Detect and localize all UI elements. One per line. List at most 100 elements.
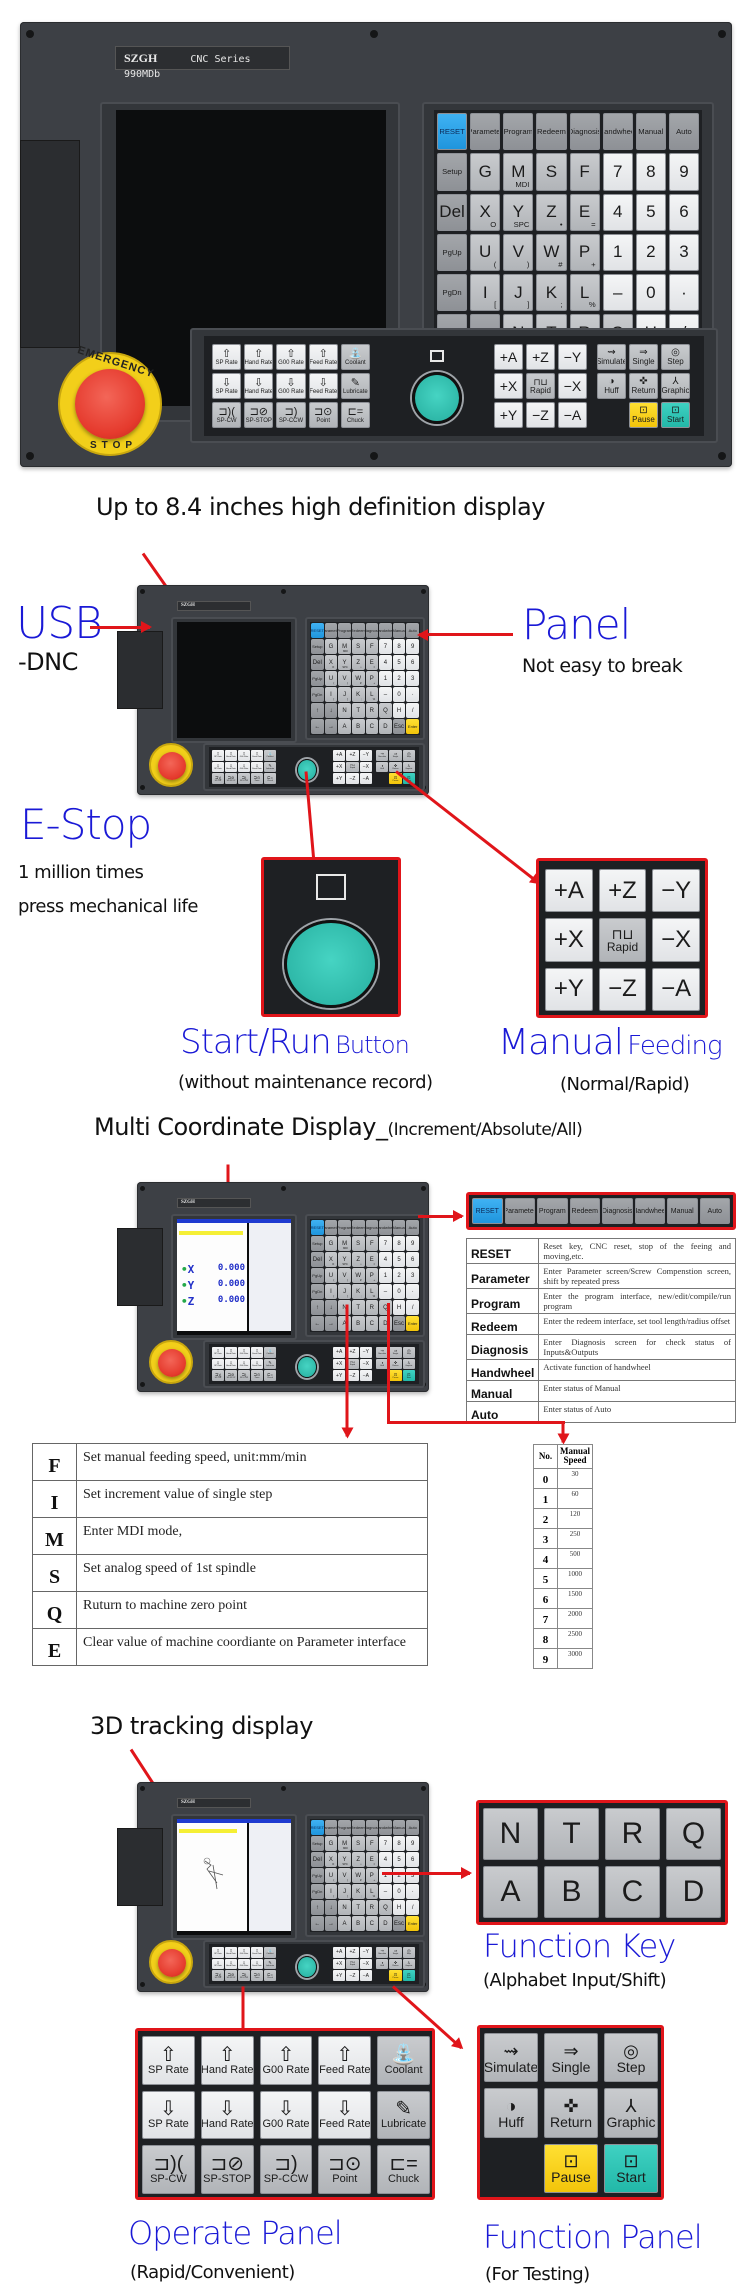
key-chuck[interactable]: ⊏= Chuck — [377, 2145, 430, 2194]
key-pause[interactable]: ⊡ Pause — [629, 402, 658, 428]
key-sp-rate[interactable]: ⇩ SP Rate — [212, 761, 224, 773]
key-r[interactable]: R — [605, 1808, 660, 1860]
key-a[interactable]: −A — [652, 967, 700, 1011]
key-b[interactable]: B — [544, 1866, 599, 1918]
key-esc[interactable]: Esc — [392, 1916, 406, 1931]
key-x[interactable]: −X — [558, 373, 587, 399]
key-step[interactable]: ◎ Step — [661, 344, 690, 370]
key-del[interactable]: Del — [311, 1852, 324, 1867]
key-point[interactable]: ⊐⊙ Point — [318, 2145, 372, 2194]
key-handwheel[interactable]: Handwheel — [379, 1220, 392, 1235]
key-setup[interactable]: Setup — [311, 1236, 324, 1251]
key-2[interactable]: 2 — [392, 1868, 406, 1883]
key-key[interactable]: ← — [311, 1316, 324, 1331]
usb-port[interactable] — [117, 1828, 163, 1906]
key-1[interactable]: 1 — [379, 671, 392, 686]
key-y[interactable]: −Y — [558, 344, 587, 370]
key-s[interactable]: S — [536, 153, 567, 191]
key-sp-cw[interactable]: ⊐)(SP-CW — [212, 1370, 224, 1381]
key-feed-rate[interactable]: ⇧ Feed Rate — [308, 344, 338, 370]
key-x[interactable]: XO — [324, 1252, 338, 1267]
key-e[interactable]: E = — [365, 1852, 379, 1867]
key-c[interactable]: C — [605, 1866, 660, 1918]
key-v[interactable]: V) — [338, 1268, 351, 1283]
key-handwheel[interactable]: Handwheel — [602, 113, 633, 151]
key-key[interactable]: ↓ — [324, 703, 338, 718]
key-enter[interactable]: Enter — [406, 719, 419, 734]
key-i[interactable]: I[ — [324, 1884, 338, 1899]
key-lubricate[interactable]: ✎ Lubricate — [377, 2090, 430, 2140]
key-sp-stop[interactable]: ⊐⊘ SP-STOP — [244, 402, 274, 428]
key-a[interactable]: −A — [359, 1970, 372, 1981]
key-w[interactable]: W # — [351, 671, 365, 686]
key-7[interactable]: 7 — [602, 153, 633, 191]
key-j[interactable]: J] — [503, 274, 534, 312]
key-a[interactable]: +A — [333, 1347, 346, 1358]
key-feed-rate[interactable]: ⇩ Feed Rate — [251, 1958, 263, 1970]
key-sp-rate[interactable]: ⇩ SP Rate — [142, 2090, 195, 2140]
key-sp-cw[interactable]: ⊐)(SP-CW — [212, 402, 242, 428]
key-u[interactable]: U( — [470, 233, 501, 272]
key-del[interactable]: Del — [311, 655, 324, 670]
key-start[interactable]: ⊡Start — [604, 2143, 658, 2193]
key-x[interactable]: XO — [324, 1852, 338, 1867]
key-0[interactable]: 0 — [392, 1884, 406, 1899]
key-r[interactable]: R — [365, 1300, 379, 1315]
key-redeem[interactable]: Redeem — [351, 623, 365, 638]
key-9[interactable]: 9 — [406, 1836, 419, 1851]
key-diagnosis[interactable]: Diagnosis — [365, 623, 379, 638]
key-pgdn[interactable]: PgDn — [311, 1884, 324, 1899]
key-z[interactable]: Z • — [351, 655, 365, 670]
key-auto[interactable]: Auto — [668, 113, 699, 151]
key-step[interactable]: ◎ Step — [402, 750, 415, 761]
key-sp-rate[interactable]: ⇧ SP Rate — [142, 2036, 195, 2085]
key-sp-ccw[interactable]: ⊐) SP-CCW — [276, 402, 306, 428]
key-y[interactable]: +Y — [333, 1970, 346, 1981]
key-program[interactable]: Program — [338, 623, 351, 638]
key-del[interactable]: Del — [437, 193, 468, 231]
key-hand-rate[interactable]: ⇩ Hand Rate — [225, 1958, 237, 1970]
key-hand-rate[interactable]: ⇧ Hand Rate — [225, 1947, 237, 1958]
key-e[interactable]: E = — [365, 1252, 379, 1267]
key-k[interactable]: K; — [351, 687, 365, 702]
key-a[interactable]: +A — [333, 750, 346, 761]
key-u[interactable]: U( — [324, 1868, 338, 1883]
key-x[interactable]: −X — [359, 761, 372, 773]
key-u[interactable]: U( — [324, 1268, 338, 1283]
key-6[interactable]: 6 — [668, 193, 699, 231]
key-key[interactable]: ↓ — [324, 1300, 338, 1315]
key-coolant[interactable]: ⛲ Coolant — [264, 750, 276, 761]
key-parameter[interactable]: Parameter — [324, 623, 338, 638]
key-step[interactable]: ◎ Step — [402, 1947, 415, 1958]
key-g[interactable]: G — [324, 639, 338, 654]
usb-port-cover[interactable] — [20, 140, 80, 348]
key-lubricate[interactable]: ✎ Lubricate — [264, 1958, 276, 1970]
key-7[interactable]: 7 — [379, 1836, 392, 1851]
key-g[interactable]: G — [470, 153, 501, 191]
key-2[interactable]: 2 — [635, 233, 666, 272]
key-setup[interactable]: Setup — [311, 1836, 324, 1851]
key-c[interactable]: C — [365, 1916, 379, 1931]
key-z[interactable]: Z • — [351, 1852, 365, 1867]
key-graphic[interactable]: ⅄ Graphic — [402, 1958, 415, 1970]
key-p[interactable]: P + — [365, 1268, 379, 1283]
key-s[interactable]: S — [351, 1836, 365, 1851]
key-y[interactable]: Y SPC — [338, 655, 351, 670]
key-coolant[interactable]: ⛲ Coolant — [264, 1347, 276, 1358]
key-sp-ccw[interactable]: ⊐) SP-CCW — [238, 773, 250, 784]
key-0[interactable]: 0 — [635, 274, 666, 312]
key-r[interactable]: R — [365, 703, 379, 718]
key-3[interactable]: 3 — [406, 671, 419, 686]
key-coolant[interactable]: ⛲ Coolant — [264, 1947, 276, 1958]
key-n[interactable]: N — [483, 1808, 538, 1860]
key-manual[interactable]: Manual — [635, 113, 666, 151]
key-lubricate[interactable]: ✎ Lubricate — [264, 1358, 276, 1370]
key-u[interactable]: U( — [324, 671, 338, 686]
emergency-stop-button[interactable] — [75, 369, 145, 439]
key-sp-ccw[interactable]: ⊐) SP-CCW — [259, 2145, 313, 2194]
key-z[interactable]: +Z — [346, 1947, 359, 1958]
key-m[interactable]: M MDI — [338, 1836, 351, 1851]
key-key[interactable]: / — [406, 703, 419, 718]
key-l[interactable]: L% — [365, 1284, 379, 1299]
key-t[interactable]: T — [351, 1900, 365, 1915]
